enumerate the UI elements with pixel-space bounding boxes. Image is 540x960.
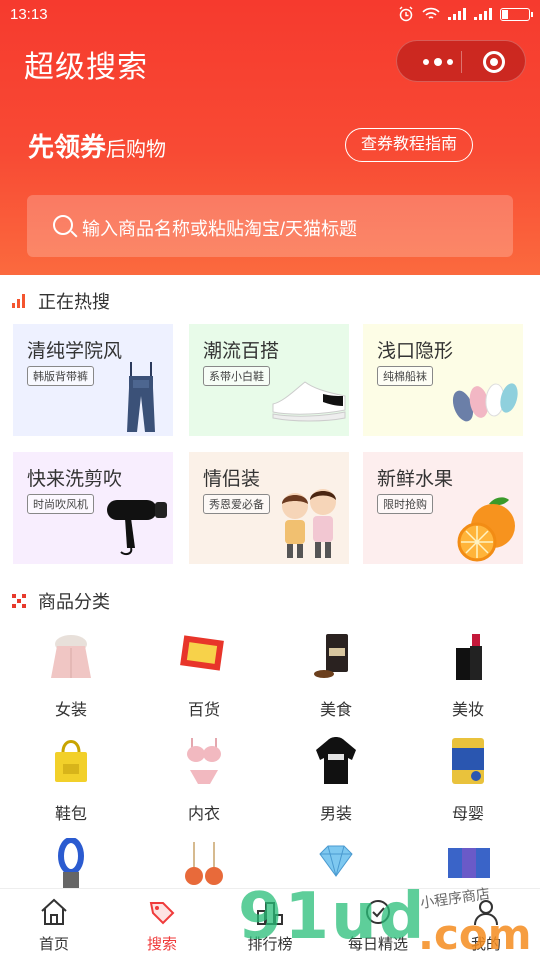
- hot-card-title: 情侣装: [203, 469, 261, 490]
- lipstick-icon: [442, 630, 494, 682]
- hot-card-hairdryer[interactable]: 快来洗剪吹 时尚吹风机: [13, 452, 173, 564]
- category-header: 商品分类: [12, 588, 110, 614]
- category-item[interactable]: 女装: [26, 630, 116, 720]
- category-grid-icon: [12, 594, 26, 608]
- goods-icon: [178, 630, 230, 682]
- hot-card-title: 清纯学院风: [27, 341, 123, 362]
- search-input[interactable]: 输入商品名称或粘贴淘宝/天猫标题: [27, 195, 513, 257]
- category-item[interactable]: 美妆: [423, 630, 513, 720]
- hair-dryer-icon: [107, 500, 167, 556]
- hot-search-header: 正在热搜: [12, 288, 110, 314]
- watermark-domain: .com: [418, 910, 532, 959]
- category-item[interactable]: 内衣: [159, 734, 249, 824]
- page-title: 超级搜索: [24, 51, 148, 84]
- white-sneaker-icon: [272, 381, 346, 422]
- fan-icon: [45, 837, 97, 890]
- overalls-icon: [127, 362, 155, 432]
- hot-card-title: 潮流百搭: [203, 341, 280, 362]
- category-item[interactable]: [423, 838, 513, 890]
- hoodie-icon: [310, 734, 362, 786]
- hot-card-title: 浅口隐形: [377, 341, 454, 362]
- trending-bars-icon: [12, 294, 26, 308]
- more-menu-icon[interactable]: [415, 52, 461, 72]
- tab-home[interactable]: 首页: [0, 889, 108, 960]
- hot-card-tag: 限时抢购: [377, 494, 433, 514]
- category-item[interactable]: 鞋包: [26, 734, 116, 824]
- category-item[interactable]: [159, 838, 249, 890]
- coat-icon: [45, 630, 97, 682]
- hot-card-tag: 韩版背带裤: [27, 366, 94, 386]
- lingerie-icon: [178, 734, 230, 786]
- alarm-icon: [399, 6, 413, 22]
- watermark-logo: 91ud: [238, 880, 427, 954]
- signal-icon-2: [474, 8, 492, 20]
- home-icon: [39, 897, 69, 927]
- hot-search-title: 正在热搜: [38, 292, 110, 312]
- milk-can-icon: [442, 734, 494, 786]
- hot-card-title: 快来洗剪吹: [27, 469, 123, 490]
- coffee-bag-icon: [310, 630, 362, 682]
- category-item[interactable]: 男装: [291, 734, 381, 824]
- hot-card-fruit[interactable]: 新鲜水果 限时抢购: [363, 452, 523, 564]
- tag-icon: [147, 897, 177, 927]
- tab-search[interactable]: 搜索: [108, 889, 216, 960]
- hot-card-socks[interactable]: 浅口隐形 纯棉船袜: [363, 324, 523, 436]
- signal-icon: [448, 8, 466, 20]
- hot-card-couple[interactable]: 情侣装 秀恩爱必备: [189, 452, 349, 564]
- hot-card-tag: 时尚吹风机: [27, 494, 94, 514]
- hot-card-title: 新鲜水果: [377, 469, 454, 490]
- battery-icon: [500, 7, 533, 21]
- coupon-slogan-weak: 后购物: [106, 139, 167, 161]
- socks-icon: [452, 383, 518, 422]
- status-bar: 13:13: [0, 0, 540, 30]
- category-item[interactable]: 百货: [159, 630, 249, 720]
- box-icon: [442, 838, 494, 890]
- hot-card-tag: 系带小白鞋: [203, 366, 270, 386]
- coupon-guide-button[interactable]: 查券教程指南: [345, 128, 473, 162]
- category-title: 商品分类: [38, 592, 110, 612]
- category-item[interactable]: 母婴: [423, 734, 513, 824]
- orange-icon: [457, 497, 515, 562]
- hot-card-tag: 秀恩爱必备: [203, 494, 270, 514]
- coupon-slogan: 先领券后购物: [28, 127, 166, 164]
- bag-icon: [45, 734, 97, 786]
- category-item[interactable]: [26, 837, 116, 890]
- mini-program-capsule: [396, 40, 526, 82]
- couple-cartoon-icon: [282, 489, 336, 558]
- search-placeholder: 输入商品名称或粘贴淘宝/天猫标题: [82, 219, 357, 239]
- hot-card-sneakers[interactable]: 潮流百搭 系带小白鞋: [189, 324, 349, 436]
- search-icon: [53, 215, 73, 235]
- category-item[interactable]: 美食: [291, 630, 381, 720]
- hot-card-tag: 纯棉船袜: [377, 366, 433, 386]
- earring-icon: [178, 838, 230, 890]
- close-mini-program-icon[interactable]: [483, 51, 505, 73]
- hot-card-overalls[interactable]: 清纯学院风 韩版背带裤: [13, 324, 173, 436]
- coupon-slogan-strong: 先领券: [28, 132, 107, 162]
- status-time: 13:13: [10, 6, 48, 23]
- wifi-icon: [422, 7, 440, 19]
